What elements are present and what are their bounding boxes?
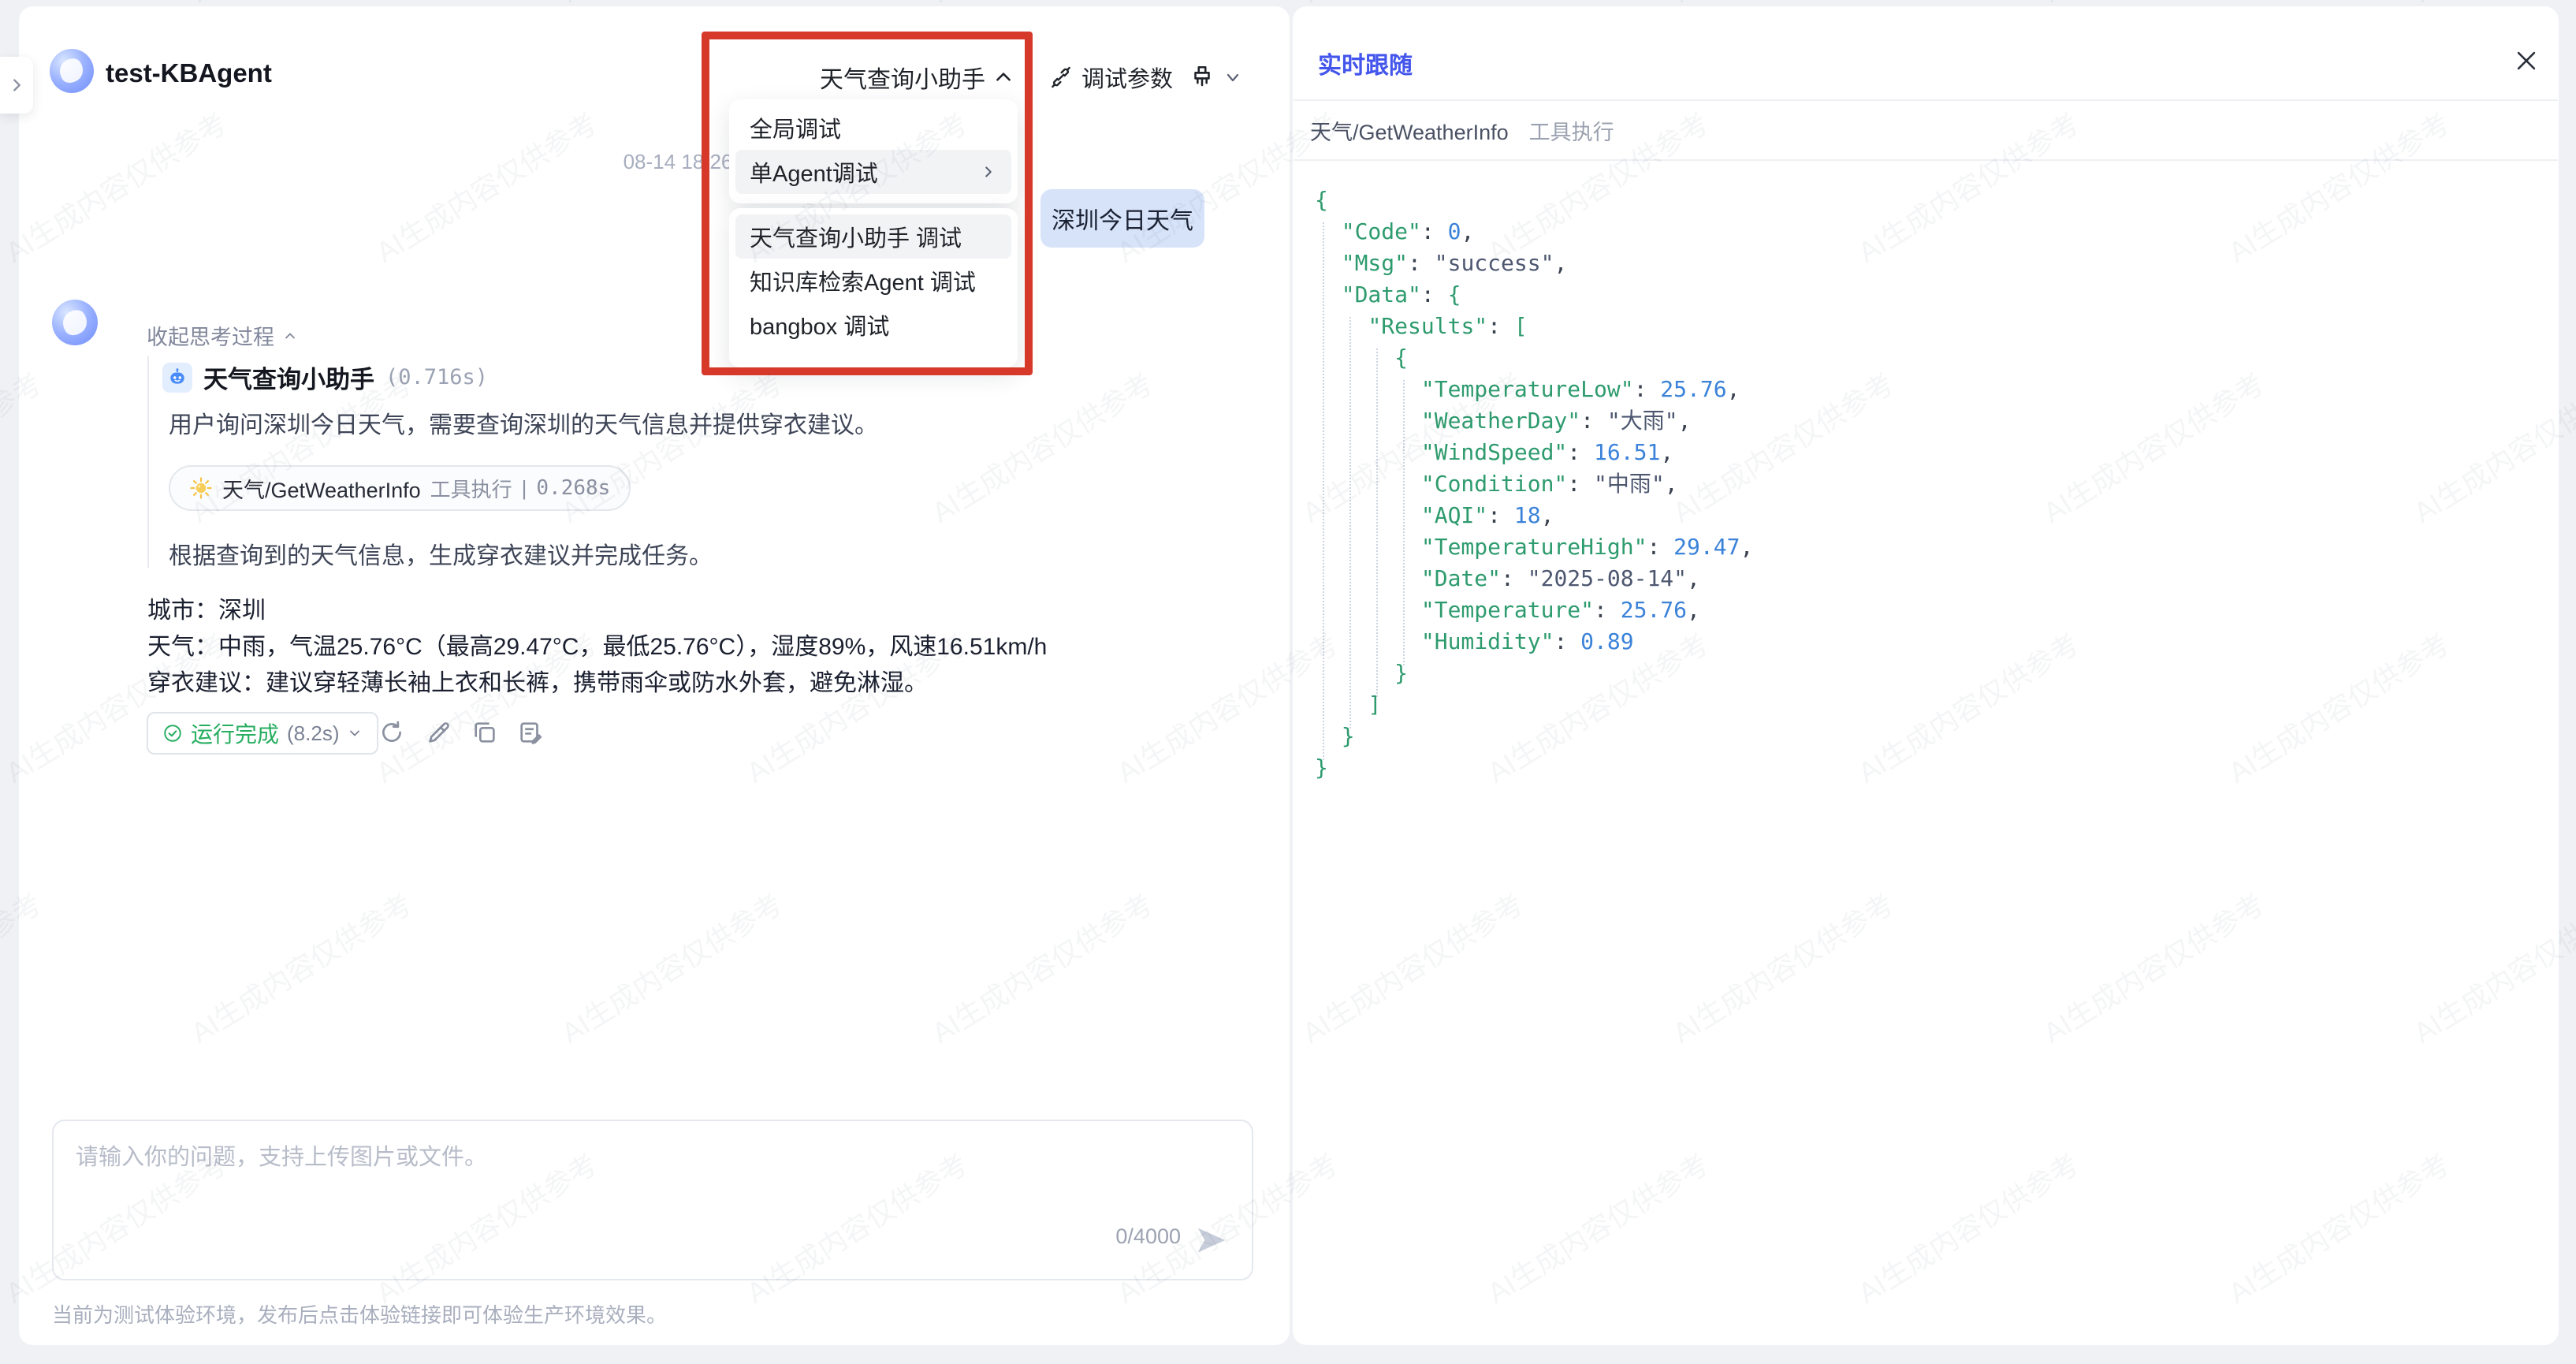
panel-title: 实时跟随	[1318, 46, 1413, 80]
collapse-thinking-label: 收起思考过程	[147, 320, 274, 351]
thinking-text: 用户询问深圳今日天气，需要查询深圳的天气信息并提供穿衣建议。	[169, 410, 1225, 442]
page-title: test-KBAgent	[106, 58, 272, 88]
chevron-up-icon	[993, 67, 1014, 88]
chevron-down-icon	[1223, 68, 1242, 87]
assistant-answer: 城市：深圳 天气：中雨，气温25.76°C（最高29.47°C，最低25.76°…	[147, 593, 1267, 702]
avatar-swirl-decoration	[55, 54, 88, 88]
edit-button[interactable]	[426, 719, 452, 746]
robot-icon	[162, 363, 192, 393]
close-icon[interactable]	[2513, 47, 2540, 74]
copy-button[interactable]	[471, 719, 498, 746]
debug-params-button[interactable]: 调试参数	[1048, 61, 1173, 93]
sidebar-expand-handle[interactable]	[0, 57, 33, 114]
thinking-timeline-rule	[147, 356, 149, 568]
tool-duration: 0.268s	[536, 476, 610, 500]
agent-selector-dropdown[interactable]: 天气查询小助手	[820, 60, 1014, 95]
tool-name: 天气/GetWeatherInfo	[222, 473, 421, 504]
trace-tool-name[interactable]: 天气/GetWeatherInfo	[1310, 115, 1509, 146]
message-composer: 0/4000	[52, 1120, 1253, 1280]
panel-divider	[1294, 159, 2558, 161]
environment-note: 当前为测试体验环境，发布后点击体验链接即可体验生产环境效果。	[52, 1299, 667, 1329]
thinking-agent-name: 天气查询小助手	[203, 360, 374, 395]
plug-icon	[1048, 65, 1074, 90]
panel-divider	[1294, 99, 2558, 101]
assistant-avatar	[52, 300, 98, 345]
agent-selector-label: 天气查询小助手	[820, 60, 985, 95]
run-duration: (8.2s)	[287, 721, 339, 746]
feedback-note-button[interactable]	[517, 719, 544, 746]
message-input[interactable]	[76, 1139, 1163, 1233]
answer-line-weather: 天气：中雨，气温25.76°C（最高29.47°C，最低25.76°C），湿度8…	[147, 629, 1267, 665]
tool-separator: |	[522, 476, 527, 501]
trace-breadcrumb: 天气/GetWeatherInfo 工具执行	[1310, 115, 1614, 146]
answer-line-city: 城市：深圳	[147, 593, 1267, 629]
answer-line-advice: 穿衣建议：建议穿轻薄长袖上衣和长裤，携带雨伞或防水外套，避免淋湿。	[147, 665, 1267, 702]
sun-icon	[189, 476, 213, 500]
avatar-swirl-decoration	[58, 305, 92, 339]
collapse-thinking-toggle[interactable]: 收起思考过程	[147, 320, 298, 351]
regenerate-button[interactable]	[378, 719, 405, 746]
chevron-up-icon	[282, 328, 298, 344]
agent-avatar	[50, 49, 94, 93]
app-root: test-KBAgent 天气查询小助手 调试参数	[0, 0, 2576, 1364]
clear-context-button[interactable]	[1189, 60, 1242, 95]
trace-step-label: 工具执行	[1529, 115, 1614, 146]
debug-params-label: 调试参数	[1081, 61, 1173, 94]
user-message-bubble: 深圳今日天气	[1040, 189, 1204, 248]
chevron-right-icon	[8, 76, 25, 94]
run-status-chip[interactable]: 运行完成 (8.2s)	[147, 712, 378, 755]
char-counter: 0/4000	[1115, 1224, 1181, 1249]
send-button[interactable]	[1193, 1222, 1230, 1258]
chevron-down-icon	[347, 725, 363, 741]
brush-icon	[1189, 64, 1215, 91]
tool-execution-chip[interactable]: 天气/GetWeatherInfo 工具执行 | 0.268s	[169, 465, 631, 511]
run-status-label: 运行完成	[191, 717, 279, 749]
tool-action-label: 工具执行	[430, 474, 512, 503]
check-circle-icon	[162, 723, 183, 743]
thinking-agent-header: 天气查询小助手 (0.716s)	[162, 360, 488, 395]
thinking-text: 根据查询到的天气信息，生成穿衣建议并完成任务。	[169, 541, 1225, 572]
thinking-agent-duration: (0.716s)	[385, 365, 488, 389]
code-block[interactable]: { "Code": 0, "Msg": "success", "Data": {…	[1315, 184, 1753, 784]
